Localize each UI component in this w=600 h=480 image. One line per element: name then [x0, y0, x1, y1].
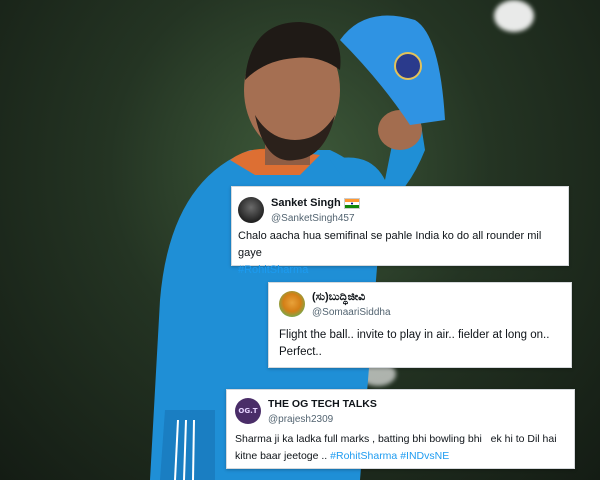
tweet-card[interactable]: Sanket Singh @SanketSingh457 Chalo aacha…: [231, 186, 569, 276]
display-name[interactable]: THE OG TECH TALKS: [268, 398, 377, 411]
avatar[interactable]: OG.T: [235, 398, 261, 424]
avatar[interactable]: [279, 291, 305, 317]
tweet-text: Sharma ji ka ladka full marks , batting …: [235, 433, 557, 445]
user-handle[interactable]: @SomaariSiddha: [312, 306, 391, 319]
tweet-text: Perfect..: [279, 346, 322, 358]
tweet-text: kitne baar jeetoge ..: [235, 450, 328, 462]
tweet-card[interactable]: OG.T THE OG TECH TALKS @prajesh2309 Shar…: [226, 389, 575, 469]
user-handle[interactable]: @SanketSingh457: [271, 212, 360, 225]
avatar[interactable]: [238, 197, 264, 223]
tweet-card[interactable]: (ಸು)ಬುದ್ಧಿಜೀವಿ @SomaariSiddha Flight the…: [268, 282, 572, 368]
india-flag-icon: [343, 198, 360, 209]
tweet-text: Chalo aacha hua semifinal se pahle India…: [238, 230, 542, 259]
user-handle[interactable]: @prajesh2309: [268, 413, 377, 426]
display-name[interactable]: (ಸು)ಬುದ್ಧಿಜೀವಿ: [312, 291, 391, 304]
tweet-text: Flight the ball.. invite to play in air.…: [279, 329, 550, 341]
hashtag-link[interactable]: #RohitSharma: [238, 264, 308, 276]
display-name[interactable]: Sanket Singh: [271, 197, 341, 210]
hashtag-link[interactable]: #INDvsNE: [400, 450, 449, 462]
hashtag-link[interactable]: #RohitSharma: [330, 450, 397, 462]
